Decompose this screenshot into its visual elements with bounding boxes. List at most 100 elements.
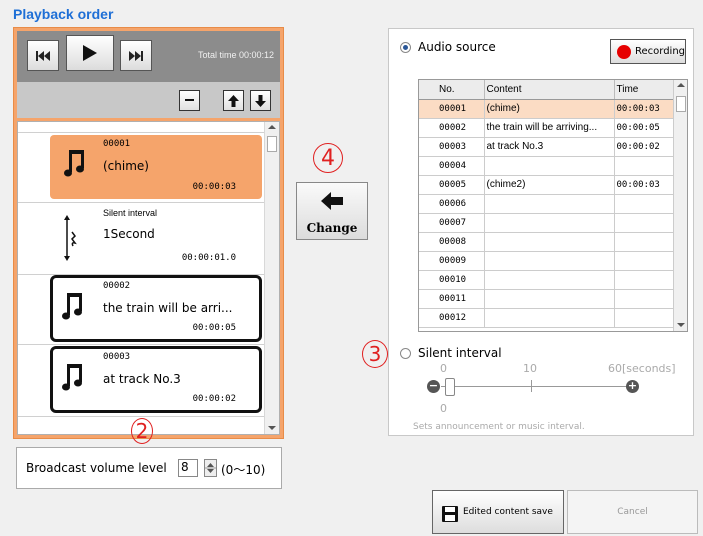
- floppy-disk-icon: [442, 506, 458, 522]
- skip-forward-icon: [129, 50, 143, 61]
- scroll-up-icon[interactable]: [268, 125, 276, 129]
- volume-panel: Broadcast volume level 8 (0〜10): [16, 447, 282, 489]
- recording-label: Recording: [635, 46, 686, 57]
- slider-value: 0: [440, 402, 447, 415]
- arrow-down-icon: [255, 94, 266, 107]
- move-up-button[interactable]: [223, 90, 244, 111]
- cell-content: [484, 156, 615, 176]
- table-row[interactable]: 00011: [419, 289, 675, 309]
- audio-source-table[interactable]: No. Content Time 00001 (chime) 00:00:03 00…: [418, 79, 688, 332]
- table-row[interactable]: 00008: [419, 232, 675, 252]
- column-header-time[interactable]: Time: [614, 80, 675, 100]
- previous-button[interactable]: [27, 40, 59, 71]
- cell-content: [484, 213, 615, 233]
- cell-no: 00012: [419, 308, 485, 328]
- recording-button[interactable]: Recording: [610, 39, 686, 64]
- list-scrollbar[interactable]: [264, 122, 279, 434]
- cell-time: [614, 232, 675, 252]
- list-item-selected[interactable]: 00001 (chime) 00:00:03: [50, 135, 262, 199]
- cell-time: 00:00:03: [614, 99, 675, 119]
- next-button[interactable]: [120, 40, 152, 71]
- table-scrollbar[interactable]: [673, 80, 687, 331]
- increase-icon[interactable]: +: [626, 380, 639, 393]
- music-note-icon: [62, 293, 82, 320]
- change-button[interactable]: Change: [296, 182, 368, 240]
- cell-no: 00003: [419, 137, 485, 157]
- page-title: Playback order: [13, 6, 114, 22]
- item-name: 1Second: [103, 227, 155, 241]
- list-item-silent-interval[interactable]: Silent interval 1Second 00:00:01.0: [50, 205, 262, 271]
- cell-content: (chime2): [484, 175, 615, 195]
- scroll-down-icon[interactable]: [268, 426, 276, 430]
- cancel-label: Cancel: [617, 507, 648, 517]
- cell-content: the train will be arriving...: [484, 118, 615, 138]
- table-row[interactable]: 00010: [419, 270, 675, 290]
- table-row[interactable]: 00012: [419, 308, 675, 328]
- total-time: Total time 00:00:12: [197, 50, 274, 60]
- volume-range: (0〜10): [221, 463, 266, 477]
- cell-no: 00010: [419, 270, 485, 290]
- cell-no: 00007: [419, 213, 485, 233]
- silent-interval-radio[interactable]: [400, 348, 411, 359]
- cell-time: [614, 213, 675, 233]
- table-row[interactable]: 00009: [419, 251, 675, 271]
- item-time: 00:00:02: [192, 394, 236, 404]
- playback-list[interactable]: 00001 (chime) 00:00:03 Silent interval 1…: [17, 121, 280, 435]
- cell-content: [484, 251, 615, 271]
- table-row[interactable]: 00006: [419, 194, 675, 214]
- playback-order-panel: Total time 00:00:12 00001 (chime) 00:00:…: [13, 27, 284, 439]
- scale-mid: 10: [523, 362, 537, 375]
- column-header-no[interactable]: No.: [419, 80, 485, 100]
- item-id: Silent interval: [103, 208, 158, 218]
- play-icon: [83, 45, 97, 61]
- decrease-icon[interactable]: −: [427, 380, 440, 393]
- save-label: Edited content save: [463, 507, 553, 517]
- volume-input[interactable]: 8: [178, 459, 198, 477]
- music-note-icon: [62, 364, 82, 391]
- list-item[interactable]: 00002 the train will be arri... 00:00:05: [50, 275, 262, 342]
- cell-no: 00002: [419, 118, 485, 138]
- slider-track[interactable]: [441, 386, 627, 387]
- cancel-button[interactable]: Cancel: [567, 490, 698, 534]
- scrollbar-thumb[interactable]: [676, 96, 686, 112]
- cell-time: [614, 289, 675, 309]
- play-button[interactable]: [66, 35, 114, 71]
- item-time: 00:00:05: [192, 323, 236, 333]
- remove-button[interactable]: [179, 90, 200, 111]
- stepper-arrows-icon: [205, 463, 216, 473]
- cell-time: 00:00:02: [614, 137, 675, 157]
- cell-content: [484, 289, 615, 309]
- scroll-up-icon[interactable]: [677, 83, 685, 87]
- list-toolbar: [17, 82, 280, 118]
- audio-source-radio[interactable]: [400, 42, 411, 53]
- cell-time: [614, 156, 675, 176]
- table-row[interactable]: 00007: [419, 213, 675, 233]
- cell-no: 00004: [419, 156, 485, 176]
- list-item[interactable]: 00003 at track No.3 00:00:02: [50, 346, 262, 413]
- cell-content: [484, 194, 615, 214]
- move-down-button[interactable]: [250, 90, 271, 111]
- content-source-panel: Audio source Recording No. Content Time …: [388, 28, 694, 436]
- column-header-content[interactable]: Content: [484, 80, 615, 100]
- table-row[interactable]: 00002 the train will be arriving... 00:00:…: [419, 118, 675, 138]
- volume-stepper[interactable]: [204, 459, 217, 477]
- slider-thumb[interactable]: [445, 378, 455, 396]
- table-row[interactable]: 00004: [419, 156, 675, 176]
- audio-source-label: Audio source: [418, 40, 496, 54]
- scroll-down-icon[interactable]: [677, 323, 685, 327]
- item-name: at track No.3: [103, 372, 181, 386]
- table-row[interactable]: 00005 (chime2) 00:00:03: [419, 175, 675, 195]
- table-row[interactable]: 00001 (chime) 00:00:03: [419, 99, 675, 119]
- change-label: Change: [306, 221, 358, 235]
- callout-2: 2: [131, 418, 153, 444]
- scrollbar-thumb[interactable]: [267, 136, 277, 152]
- cell-no: 00011: [419, 289, 485, 309]
- callout-4: 4: [313, 143, 343, 173]
- item-name: (chime): [103, 159, 149, 173]
- cell-no: 00006: [419, 194, 485, 214]
- cell-time: [614, 308, 675, 328]
- save-button[interactable]: Edited content save: [432, 490, 564, 534]
- table-row[interactable]: 00003 at track No.3 00:00:02: [419, 137, 675, 157]
- cell-content: (chime): [484, 99, 615, 119]
- item-name: the train will be arri...: [103, 301, 233, 315]
